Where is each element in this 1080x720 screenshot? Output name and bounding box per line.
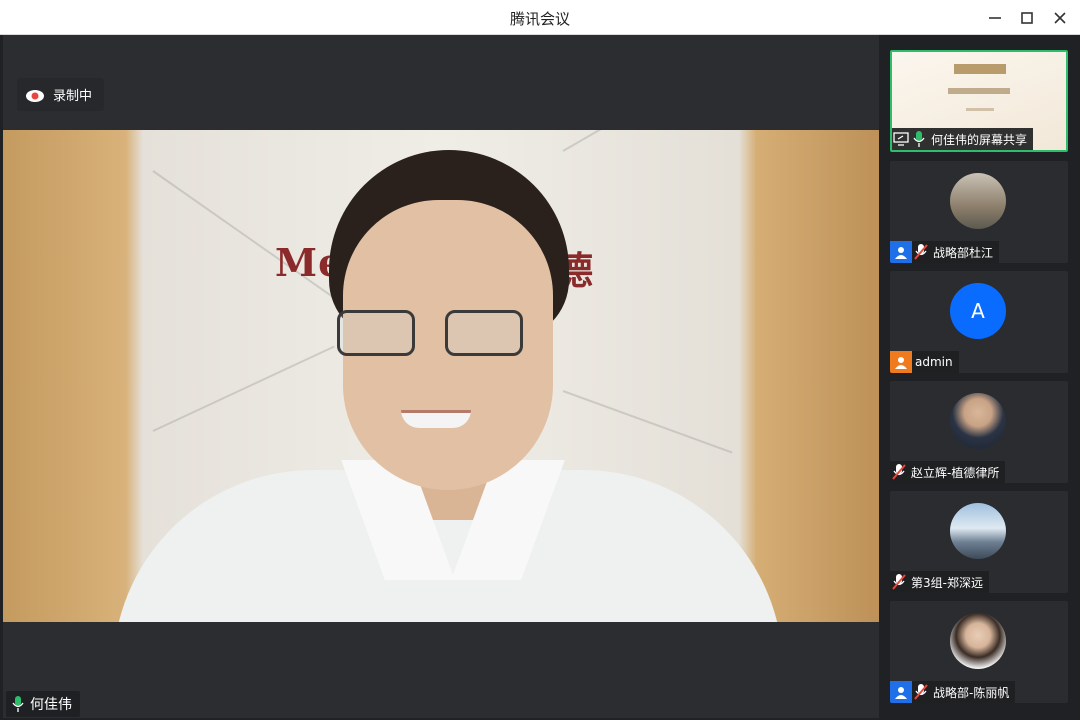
participant-name: 战略部杜江 [933, 245, 994, 260]
mic-muted-icon [890, 463, 908, 481]
main-video-area[interactable]: Me 德 录制中 何佳伟 [3, 35, 879, 718]
participant-name: 第3组-郑深远 [911, 575, 983, 590]
participant-tile[interactable]: 第3组-郑深远 [890, 491, 1068, 593]
user-icon [890, 241, 912, 263]
close-button[interactable] [1049, 7, 1071, 29]
participant-name: admin [915, 355, 953, 369]
mic-muted-icon [912, 243, 930, 261]
glasses-lens-left [337, 310, 415, 356]
participant-tile[interactable]: A admin [890, 271, 1068, 373]
marble-vein [562, 390, 733, 454]
tile-name-tag: 战略部-陈丽帆 [890, 681, 1016, 703]
meeting-window: 腾讯会议 Me 德 录制中 何佳伟 何佳伟的屏幕共享 战略部杜江 A admin… [0, 0, 1080, 720]
tile-name-tag: admin [890, 351, 959, 373]
avatar-letter: A [950, 283, 1006, 339]
avatar [950, 393, 1006, 449]
glasses-lens-right [445, 310, 523, 356]
screen-share-icon [892, 130, 910, 148]
avatar [950, 503, 1006, 559]
host-user-icon [890, 351, 912, 373]
mic-on-icon [910, 130, 928, 148]
participant-tile[interactable]: 赵立辉-植德律所 [890, 381, 1068, 483]
recording-indicator[interactable]: 录制中 [17, 78, 105, 111]
marble-vein [562, 130, 703, 152]
user-icon [890, 681, 912, 703]
tile-name-tag: 战略部杜江 [890, 241, 1000, 263]
avatar [950, 173, 1006, 229]
maximize-icon [1021, 12, 1033, 24]
mic-muted-icon [912, 683, 930, 701]
tile-name-tag: 第3组-郑深远 [890, 571, 989, 593]
slide-text-bar [966, 108, 994, 111]
slide-subtitle-bar [948, 88, 1010, 94]
person-mouth [401, 410, 471, 428]
marble-vein [152, 345, 335, 432]
speaker-name-tag: 何佳伟 [6, 691, 80, 717]
speaker-video: Me 德 [3, 130, 879, 622]
participant-tile[interactable]: 战略部-陈丽帆 [890, 601, 1068, 703]
recording-label: 录制中 [53, 89, 93, 104]
window-title: 腾讯会议 [509, 10, 570, 28]
participant-name: 赵立辉-植德律所 [911, 465, 1000, 480]
participant-sidebar: 何佳伟的屏幕共享 战略部杜江 A admin 赵立辉-植德律所 第3组-郑深远 … [880, 35, 1080, 720]
minimize-icon [989, 17, 1001, 19]
participant-name: 何佳伟的屏幕共享 [931, 132, 1028, 147]
participant-tile[interactable]: 战略部杜江 [890, 161, 1068, 263]
minimize-button[interactable] [984, 7, 1006, 29]
participant-tile-screen-share[interactable]: 何佳伟的屏幕共享 [890, 50, 1068, 152]
participant-name: 战略部-陈丽帆 [933, 685, 1010, 700]
speaker-name: 何佳伟 [30, 697, 72, 713]
tile-name-tag: 赵立辉-植德律所 [890, 461, 1006, 483]
mic-on-icon [12, 696, 24, 712]
tile-name-tag: 何佳伟的屏幕共享 [892, 128, 1034, 150]
mic-muted-icon [890, 573, 908, 591]
cloud-record-icon [26, 89, 44, 102]
avatar [950, 613, 1006, 669]
maximize-button[interactable] [1016, 7, 1038, 29]
slide-title-bar [954, 64, 1006, 74]
title-bar: 腾讯会议 [0, 0, 1080, 35]
close-icon [1054, 12, 1066, 24]
glasses [337, 310, 527, 358]
